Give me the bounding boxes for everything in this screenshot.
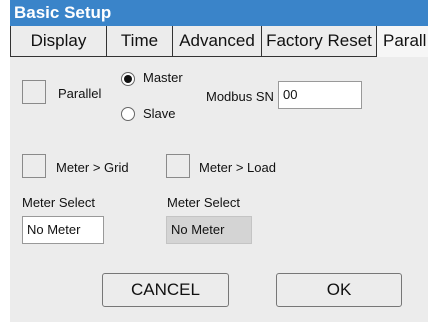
modbus-sn-label: Modbus SN (206, 89, 274, 104)
cancel-button[interactable]: CANCEL (102, 273, 229, 307)
tab-factory-reset[interactable]: Factory Reset (262, 26, 377, 56)
tab-parallel[interactable]: Parall (377, 26, 428, 57)
window-title: Basic Setup (10, 0, 428, 26)
tab-bar: Display Time Advanced Factory Reset Para… (10, 26, 428, 57)
slave-label: Slave (143, 106, 176, 121)
ok-button[interactable]: OK (276, 273, 402, 307)
tab-time[interactable]: Time (107, 26, 173, 56)
meter-grid-select-label: Meter Select (22, 195, 95, 210)
meter-load-label: Meter > Load (199, 160, 276, 175)
tab-display[interactable]: Display (10, 26, 107, 56)
meter-grid-select[interactable]: No Meter (22, 216, 104, 244)
master-radio[interactable] (121, 72, 135, 86)
basic-setup-window: Basic Setup Display Time Advanced Factor… (10, 0, 428, 322)
tab-advanced[interactable]: Advanced (173, 26, 262, 56)
meter-load-select-label: Meter Select (167, 195, 240, 210)
parallel-checkbox[interactable] (22, 80, 46, 104)
meter-load-checkbox[interactable] (166, 154, 190, 178)
meter-load-select: No Meter (166, 216, 252, 244)
parallel-label: Parallel (58, 86, 102, 101)
meter-grid-checkbox[interactable] (22, 154, 46, 178)
meter-grid-label: Meter > Grid (56, 160, 129, 175)
modbus-sn-input[interactable]: 00 (278, 81, 362, 109)
slave-radio[interactable] (121, 107, 135, 121)
master-label: Master (143, 70, 183, 85)
